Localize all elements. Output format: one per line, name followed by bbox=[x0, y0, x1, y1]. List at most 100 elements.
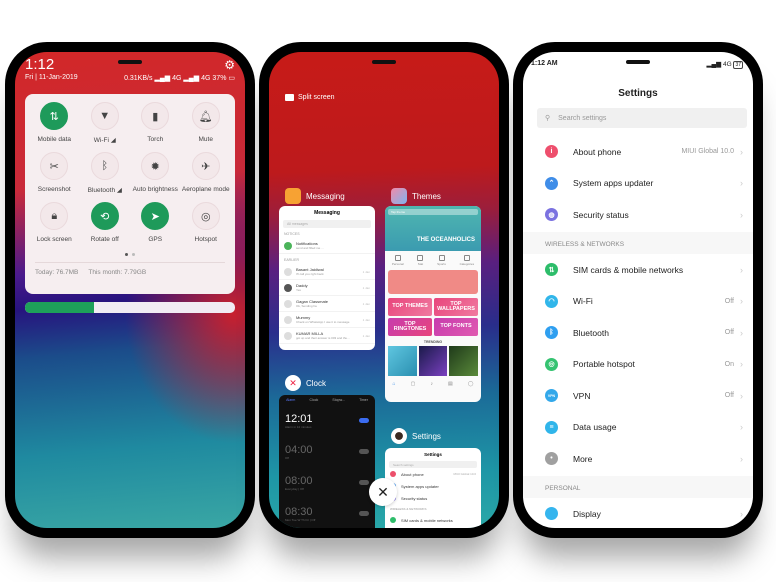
quick-toggle-bluetooth[interactable]: ᛒ Bluetooth ◢ bbox=[80, 152, 131, 194]
chevron-right-icon: › bbox=[740, 296, 743, 307]
card-search: Search settings bbox=[389, 461, 477, 468]
card-title: Messaging bbox=[314, 210, 340, 216]
settings-row[interactable]: About phone MIUI Global 10.0 bbox=[385, 468, 481, 480]
toggle-label: Bluetooth ◢ bbox=[87, 187, 122, 194]
item-label: Portable hotspot bbox=[573, 359, 635, 370]
settings-item-wi-fi[interactable]: ◠ Wi-Fi Off › bbox=[523, 286, 753, 318]
brightness-slider[interactable] bbox=[25, 302, 235, 313]
gear-icon[interactable]: ⚙ bbox=[224, 58, 235, 72]
trending-images bbox=[388, 346, 479, 376]
clock-tab[interactable]: Alarm bbox=[286, 398, 295, 402]
alarm-toggle[interactable] bbox=[359, 480, 369, 485]
settings-item-more[interactable]: • More › bbox=[523, 443, 753, 475]
page-indicator bbox=[29, 253, 231, 256]
themes-nav-item[interactable]: Sports bbox=[437, 255, 446, 266]
item-label: Display bbox=[573, 508, 601, 519]
nav-label: Personal bbox=[391, 262, 404, 266]
quick-toggle-bell[interactable]: 🔔︎ Mute bbox=[181, 102, 232, 144]
alarm-info: 08:30 Mon Tue W Th Fri | Off bbox=[285, 506, 315, 522]
network-type: 4G bbox=[201, 75, 211, 82]
alarm-toggle[interactable] bbox=[359, 418, 369, 423]
settings-item-system-apps-updater[interactable]: ⌃ System apps updater › bbox=[523, 168, 753, 200]
settings-item-security-status[interactable]: ◍ Security status › bbox=[523, 199, 753, 231]
settings-item-sim-cards-mobile-networks[interactable]: ⇅ SIM cards & mobile networks › bbox=[523, 254, 753, 286]
section-header: PERSONAL bbox=[523, 476, 753, 498]
quick-toggle-mobile-data[interactable]: ⇅ Mobile data bbox=[29, 102, 80, 144]
clock-card[interactable]: Alarm Clock Stopw... Timer 12:01 Alarm in 12… bbox=[279, 395, 375, 528]
settings-item-data-usage[interactable]: ≡ Data usage › bbox=[523, 412, 753, 444]
messaging-card[interactable]: Messaging All messages NOTICES Notificat… bbox=[279, 206, 375, 350]
settings-item-about-phone[interactable]: i About phone MIUI Global 10.0 › bbox=[523, 136, 753, 168]
alarm-toggle[interactable] bbox=[359, 449, 369, 454]
message-preview: got up and their answer is 003 and thu..… bbox=[296, 336, 350, 340]
settings-row[interactable]: SIM cards & mobile networks bbox=[385, 514, 481, 526]
quick-toggle-wifi[interactable]: ▼ Wi-Fi ◢ bbox=[80, 102, 131, 144]
clock-tab[interactable]: Stopw... bbox=[332, 398, 344, 402]
split-screen-button[interactable]: Split screen bbox=[285, 94, 335, 101]
alarm-info: 08:00 Everyday | Off bbox=[285, 475, 313, 491]
item-value: Off bbox=[724, 329, 734, 337]
network-type: 4G bbox=[172, 75, 182, 82]
nav-label: Sports bbox=[437, 262, 446, 266]
list-item[interactable]: Notifications send and filled me ... bbox=[279, 238, 375, 254]
message-preview: Check on WhatsApp I use it to message bbox=[296, 320, 350, 324]
settings-card[interactable]: Settings Search settings About phone MIUI… bbox=[385, 448, 481, 528]
quick-toggle-brightness[interactable]: ✹ Auto brightness bbox=[130, 152, 181, 194]
quick-toggle-rotate[interactable]: ⟲ Rotate off bbox=[80, 202, 131, 243]
alarm-row[interactable]: 12:01 Alarm in 12 minutes bbox=[279, 405, 375, 436]
quick-toggle-gps[interactable]: ➤ GPS bbox=[130, 202, 181, 243]
avatar bbox=[284, 299, 292, 308]
settings-item-bluetooth[interactable]: ᛒ Bluetooth Off › bbox=[523, 317, 753, 349]
quick-toggle-torch[interactable]: ▮ Torch bbox=[130, 102, 181, 144]
quick-toggle-hotspot[interactable]: ◎ Hotspot bbox=[181, 202, 232, 243]
scissors-icon: ✂ bbox=[40, 152, 69, 180]
chevron-right-icon: › bbox=[740, 453, 743, 464]
toggle-label: Mobile data bbox=[37, 136, 72, 143]
airplane-icon: ✈ bbox=[191, 152, 220, 180]
clock-tab[interactable]: Timer bbox=[359, 398, 368, 402]
themes-card[interactable]: Tap theme THE OCEANHOLICS Personal Stat Sp… bbox=[385, 206, 481, 402]
settings-item-portable-hotspot[interactable]: ◎ Portable hotspot On › bbox=[523, 349, 753, 381]
settings-row[interactable]: System apps updater bbox=[385, 480, 481, 492]
theme-tile[interactable]: TOP FONTS bbox=[434, 318, 478, 336]
list-item[interactable]: KUMAR MILLA got up and their answer is 00… bbox=[279, 328, 375, 344]
alarm-toggle[interactable] bbox=[359, 511, 369, 516]
display-icon bbox=[545, 507, 558, 521]
list-item[interactable]: Mummy Check on WhatsApp I use it to messa… bbox=[279, 312, 375, 328]
settings-item-display[interactable]: Display › bbox=[523, 498, 753, 528]
quick-toggle-scissors[interactable]: ✂ Screenshot bbox=[29, 152, 80, 194]
item-value: MIUI Global 10.0 bbox=[681, 148, 734, 156]
list-item[interactable]: Daddy Yes 1 Jan bbox=[279, 280, 375, 296]
alarm-sub: Mon Tue W Th Fri | Off bbox=[285, 517, 316, 522]
alarm-row[interactable]: 08:30 Mon Tue W Th Fri | Off bbox=[279, 498, 375, 528]
theme-tile[interactable]: TOP THEMES bbox=[388, 298, 432, 316]
alarm-row[interactable]: 08:00 Everyday | Off bbox=[279, 467, 375, 498]
close-all-button[interactable]: ✕ bbox=[369, 478, 397, 506]
message-date: 1 Jan bbox=[362, 269, 370, 274]
quick-toggle-lock[interactable]: 🔒︎ Lock screen bbox=[29, 202, 80, 243]
settings-row[interactable]: Security status bbox=[385, 492, 481, 504]
avatar bbox=[284, 267, 292, 276]
theme-tile[interactable]: TOP RINGTONES bbox=[388, 318, 432, 336]
themes-nav-item[interactable]: Stat bbox=[417, 255, 424, 266]
quick-toggle-airplane[interactable]: ✈ Aeroplane mode bbox=[181, 152, 232, 194]
search-input[interactable]: ⚲ Search settings bbox=[537, 108, 747, 128]
avatar bbox=[284, 241, 292, 250]
list-item[interactable]: Gagan Classmate Ok, Sending ha 1 Jan bbox=[279, 296, 375, 312]
alarm-info: 12:01 Alarm in 12 minutes bbox=[285, 413, 313, 429]
clock-tab[interactable]: Clock bbox=[309, 398, 318, 402]
list-item[interactable]: Basant Jaidiwal I'll call you right back 1… bbox=[279, 264, 375, 280]
toggle-label: Hotspot bbox=[194, 236, 217, 243]
message-preview: I'll call you right back bbox=[296, 272, 324, 276]
alarm-row[interactable]: 04:00 Off bbox=[279, 436, 375, 467]
chevron-right-icon: › bbox=[740, 327, 743, 338]
theme-tile[interactable]: TOP WALLPAPERS bbox=[434, 298, 478, 316]
themes-nav-item[interactable]: Personal bbox=[392, 255, 404, 266]
themes-bottom-nav: ⌂ ▢ ♪ ▤ ◯ bbox=[392, 381, 474, 387]
screen: 1:12 AM ▂▄▆ 4G 37 Settings ⚲ Search sett… bbox=[523, 52, 753, 528]
app-name: Messaging bbox=[306, 191, 345, 201]
themes-nav-item[interactable]: Categories bbox=[460, 255, 474, 266]
search-icon: ⚲ bbox=[545, 115, 551, 122]
settings-item-vpn[interactable]: VPN VPN Off › bbox=[523, 380, 753, 412]
quick-settings-panel: ⇅ Mobile data ▼ Wi-Fi ◢ ▮ Torch 🔔︎ Mute ✂ Screens… bbox=[25, 94, 235, 294]
